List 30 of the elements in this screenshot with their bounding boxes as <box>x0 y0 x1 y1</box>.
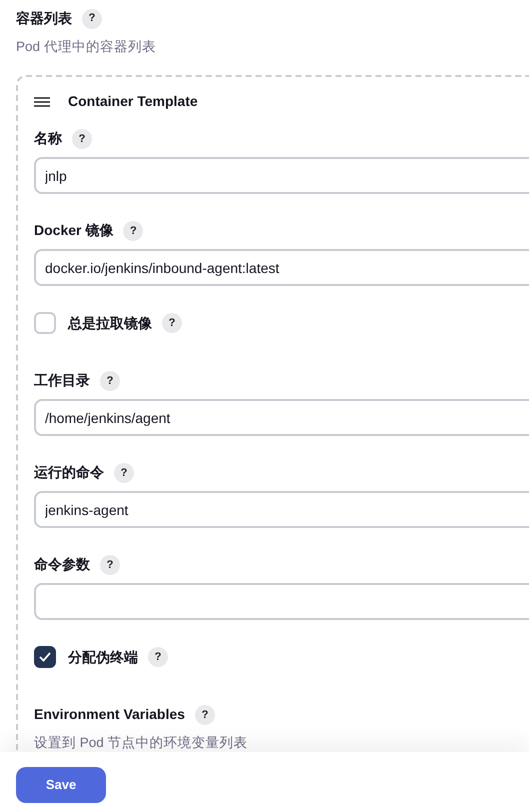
section-description: Pod 代理中的容器列表 <box>16 38 157 56</box>
save-button[interactable]: Save <box>16 767 106 803</box>
field-label: Environment Variables <box>34 705 185 724</box>
input-field[interactable]: docker.io/jenkins/inbound-agent:latest <box>34 249 529 286</box>
help-icon[interactable]: ? <box>123 220 144 241</box>
help-icon[interactable]: ? <box>148 647 168 668</box>
section-title: 容器列表 <box>16 9 72 28</box>
help-icon[interactable]: ? <box>82 8 102 28</box>
help-icon[interactable]: ? <box>100 554 120 575</box>
input-field[interactable]: jnlp <box>34 157 529 194</box>
input-field[interactable] <box>34 583 529 620</box>
template-title: Container Template <box>68 92 198 112</box>
input-field[interactable]: /home/jenkins/agent <box>34 399 529 436</box>
help-icon[interactable]: ? <box>162 313 182 334</box>
field-label: 运行的命令 <box>34 463 104 482</box>
field-label: 命令参数 <box>34 555 90 574</box>
checkbox-label: 分配伪终端 <box>68 648 138 667</box>
checkbox[interactable] <box>34 646 56 668</box>
menu-icon[interactable] <box>34 96 50 107</box>
check-icon <box>39 652 51 662</box>
help-icon[interactable]: ? <box>72 128 92 149</box>
checkbox-label: 总是拉取镜像 <box>68 314 152 333</box>
field-description: 设置到 Pod 节点中的环境变量列表 <box>34 734 249 752</box>
help-icon[interactable]: ? <box>114 462 134 483</box>
field-label: Docker 镜像 <box>34 221 114 240</box>
input-field[interactable]: jenkins-agent <box>34 491 529 528</box>
field-label: 名称 <box>34 129 62 148</box>
help-icon[interactable]: ? <box>100 370 120 391</box>
help-icon[interactable]: ? <box>194 704 215 725</box>
field-label: 工作目录 <box>34 371 90 390</box>
